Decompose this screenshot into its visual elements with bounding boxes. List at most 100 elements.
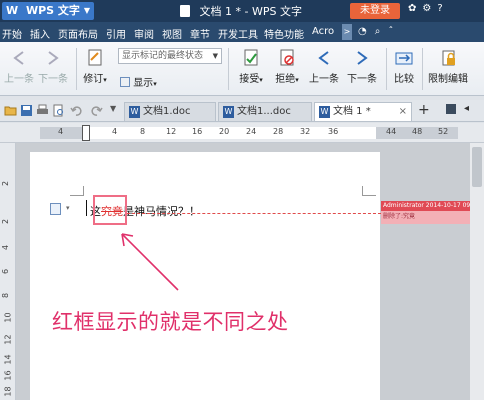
text-cursor: [86, 200, 87, 216]
tab-scroll-icon[interactable]: ◂: [464, 103, 469, 114]
tab-document-2[interactable]: W 文档1...doc: [218, 102, 312, 121]
menu-developer[interactable]: 开发工具: [218, 26, 258, 41]
revision-balloon[interactable]: Administrator 2014-10-17 09:4 删除了:究竟: [381, 201, 470, 224]
menu-more-button[interactable]: >: [342, 24, 352, 40]
margin-corner-mark: [70, 186, 84, 196]
accept-label: 接受: [239, 74, 260, 85]
word-doc-icon: W: [129, 106, 140, 118]
markup-display-value: 显示标记的最终状态: [122, 51, 204, 61]
highlight-red-box: [93, 195, 127, 225]
ruler-tick: 4: [112, 127, 118, 136]
chevron-down-icon[interactable]: ▾: [66, 204, 70, 212]
redo-icon[interactable]: [90, 104, 103, 117]
lock-icon: [442, 50, 455, 66]
ruler-tick: 24: [246, 127, 257, 136]
print-preview-icon[interactable]: [52, 104, 65, 117]
vruler-tick: 14: [3, 354, 13, 365]
accept-button[interactable]: 接受▾: [234, 48, 268, 85]
tab-document-3[interactable]: W 文档 1 * ×: [314, 102, 412, 121]
window-controls: ✿⚙?: [408, 3, 449, 14]
indent-marker[interactable]: [82, 125, 90, 141]
next-comment-button[interactable]: 下一条: [344, 48, 380, 85]
help-icon[interactable]: ?: [437, 3, 448, 14]
settings-icon[interactable]: ⚙: [422, 3, 437, 14]
vruler-tick: 18: [3, 386, 13, 397]
menu-acrobat[interactable]: Acro: [312, 26, 334, 37]
next-change-button[interactable]: 下一条: [36, 48, 70, 85]
vertical-ruler: 2 2 4 6 8 10 12 14 16 18: [0, 143, 16, 400]
word-doc-icon: W: [319, 106, 330, 118]
reject-label: 拒绝: [275, 74, 296, 85]
search-icon[interactable]: ⌕: [375, 26, 389, 37]
vertical-scrollbar[interactable]: [470, 143, 484, 400]
chevron-down-icon: ▾: [103, 76, 107, 84]
share-icon[interactable]: ◔: [358, 26, 375, 37]
app-menu-button[interactable]: W WPS 文字 ▼: [2, 2, 94, 20]
vruler-tick: 16: [3, 370, 13, 381]
ruler-tick: 32: [300, 127, 311, 136]
title-bar: W WPS 文字 ▼ 文档 1 * - WPS 文字 未登录 ✿⚙?: [0, 0, 484, 22]
menubar-right-icons: ◔⌕ˆ: [358, 26, 401, 37]
track-changes-label: 修订: [83, 74, 104, 85]
wps-logo-icon: W: [6, 4, 19, 17]
paragraph-handle-icon[interactable]: [50, 203, 61, 215]
prev-comment-button[interactable]: 上一条: [306, 48, 342, 85]
revision-connector-line: [127, 213, 381, 214]
ruler-tick: 52: [438, 127, 449, 136]
menu-bar: 开始 插入 页面布局 引用 审阅 视图 章节 开发工具 特色功能 Acro > …: [0, 22, 484, 42]
minimize-icon[interactable]: ˆ: [388, 26, 401, 37]
ruler-tick: 36: [328, 127, 339, 136]
close-icon[interactable]: ×: [399, 103, 407, 121]
restrict-editing-button[interactable]: 限制编辑: [424, 48, 472, 85]
tab-list-icon[interactable]: [446, 104, 456, 114]
compare-button[interactable]: 比较: [390, 48, 418, 85]
login-button[interactable]: 未登录: [350, 3, 400, 19]
quick-access-dropdown-icon[interactable]: ▼: [110, 104, 116, 113]
ruler-tick: 44: [386, 127, 397, 136]
prev-change-button[interactable]: 上一条: [2, 48, 36, 85]
chevron-down-icon: ▾: [295, 76, 299, 84]
review-ribbon: 上一条 下一条 修订▾ 显示标记的最终状态 ▼ 显示▾ 接受▾ 拒绝▾ 上一条 …: [0, 42, 484, 96]
menu-reference[interactable]: 引用: [106, 26, 126, 41]
track-changes-icon: [88, 49, 102, 66]
menu-page-layout[interactable]: 页面布局: [58, 26, 98, 41]
next-comment-label: 下一条: [347, 74, 377, 85]
text-after: 是神马情况？！: [123, 205, 200, 218]
compare-icon: [395, 52, 413, 65]
vruler-tick: 2: [1, 180, 11, 187]
show-markup-icon: [120, 77, 130, 87]
arrow-left-icon: [318, 51, 329, 65]
menu-home[interactable]: 开始: [2, 26, 22, 41]
revision-balloon-body: 删除了:究竟: [383, 213, 416, 220]
horizontal-ruler: 4 4 8 12 16 20 24 28 32 36 44 48 52: [0, 123, 484, 143]
new-tab-button[interactable]: +: [418, 102, 430, 118]
margin-corner-mark: [362, 186, 376, 196]
menu-special[interactable]: 特色功能: [264, 26, 304, 41]
vruler-tick: 6: [1, 268, 11, 275]
menu-review[interactable]: 审阅: [134, 26, 154, 41]
window-title: 文档 1 * - WPS 文字: [180, 3, 330, 20]
annotation-caption: 红框显示的就是不同之处: [52, 310, 289, 334]
chevron-down-icon: ▾: [259, 76, 263, 84]
track-changes-button[interactable]: 修订▾: [80, 48, 110, 85]
markup-display-select[interactable]: 显示标记的最终状态 ▼: [118, 48, 222, 64]
open-folder-icon[interactable]: [4, 104, 17, 117]
tab-document-1[interactable]: W 文档1.doc: [124, 102, 216, 121]
undo-icon[interactable]: [70, 104, 83, 117]
menu-section[interactable]: 章节: [190, 26, 210, 41]
ruler-tick: 16: [192, 127, 203, 136]
document-tab-bar: ▼ W 文档1.doc W 文档1...doc W 文档 1 * × + ◂: [0, 100, 484, 122]
menu-view[interactable]: 视图: [162, 26, 182, 41]
skin-icon[interactable]: ✿: [408, 3, 422, 14]
print-icon[interactable]: [36, 104, 49, 117]
menu-insert[interactable]: 插入: [30, 26, 50, 41]
chevron-down-icon: ▼: [212, 52, 218, 60]
reject-button[interactable]: 拒绝▾: [270, 48, 304, 85]
show-markup-label: 显示: [133, 78, 154, 89]
scrollbar-thumb[interactable]: [472, 147, 482, 187]
show-markup-button[interactable]: 显示▾: [120, 74, 170, 89]
tab-document-3-label: 文档 1 *: [333, 106, 371, 117]
vruler-tick: 4: [1, 244, 11, 251]
save-icon[interactable]: [20, 104, 33, 117]
prev-change-label: 上一条: [4, 74, 34, 85]
